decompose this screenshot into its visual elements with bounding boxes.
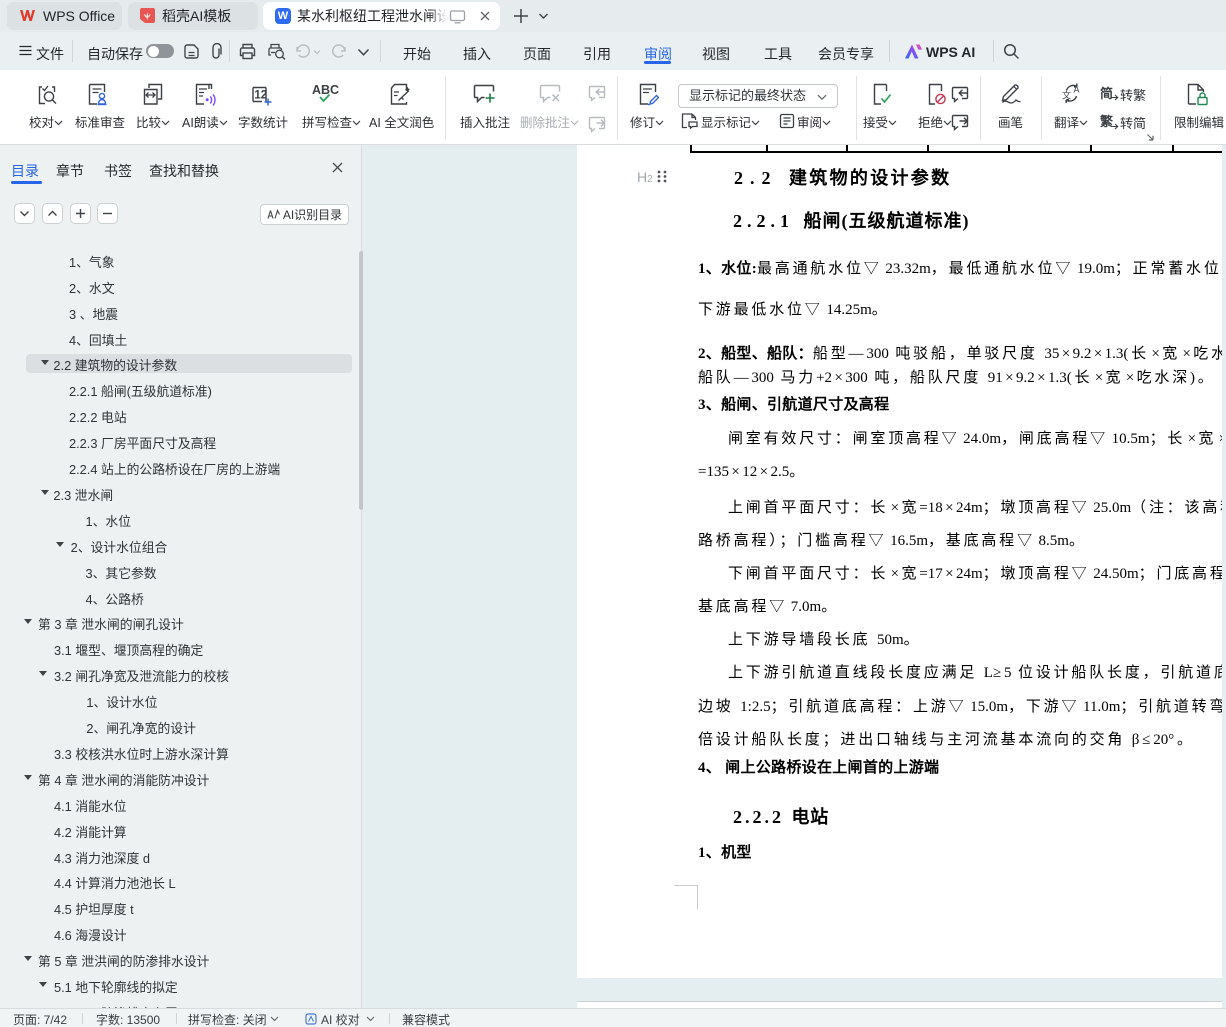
svg-text:12: 12 [254, 90, 267, 102]
svg-text:A: A [1074, 85, 1080, 95]
svg-text:文: 文 [1062, 90, 1071, 101]
svg-text:ABC: ABC [312, 83, 339, 97]
